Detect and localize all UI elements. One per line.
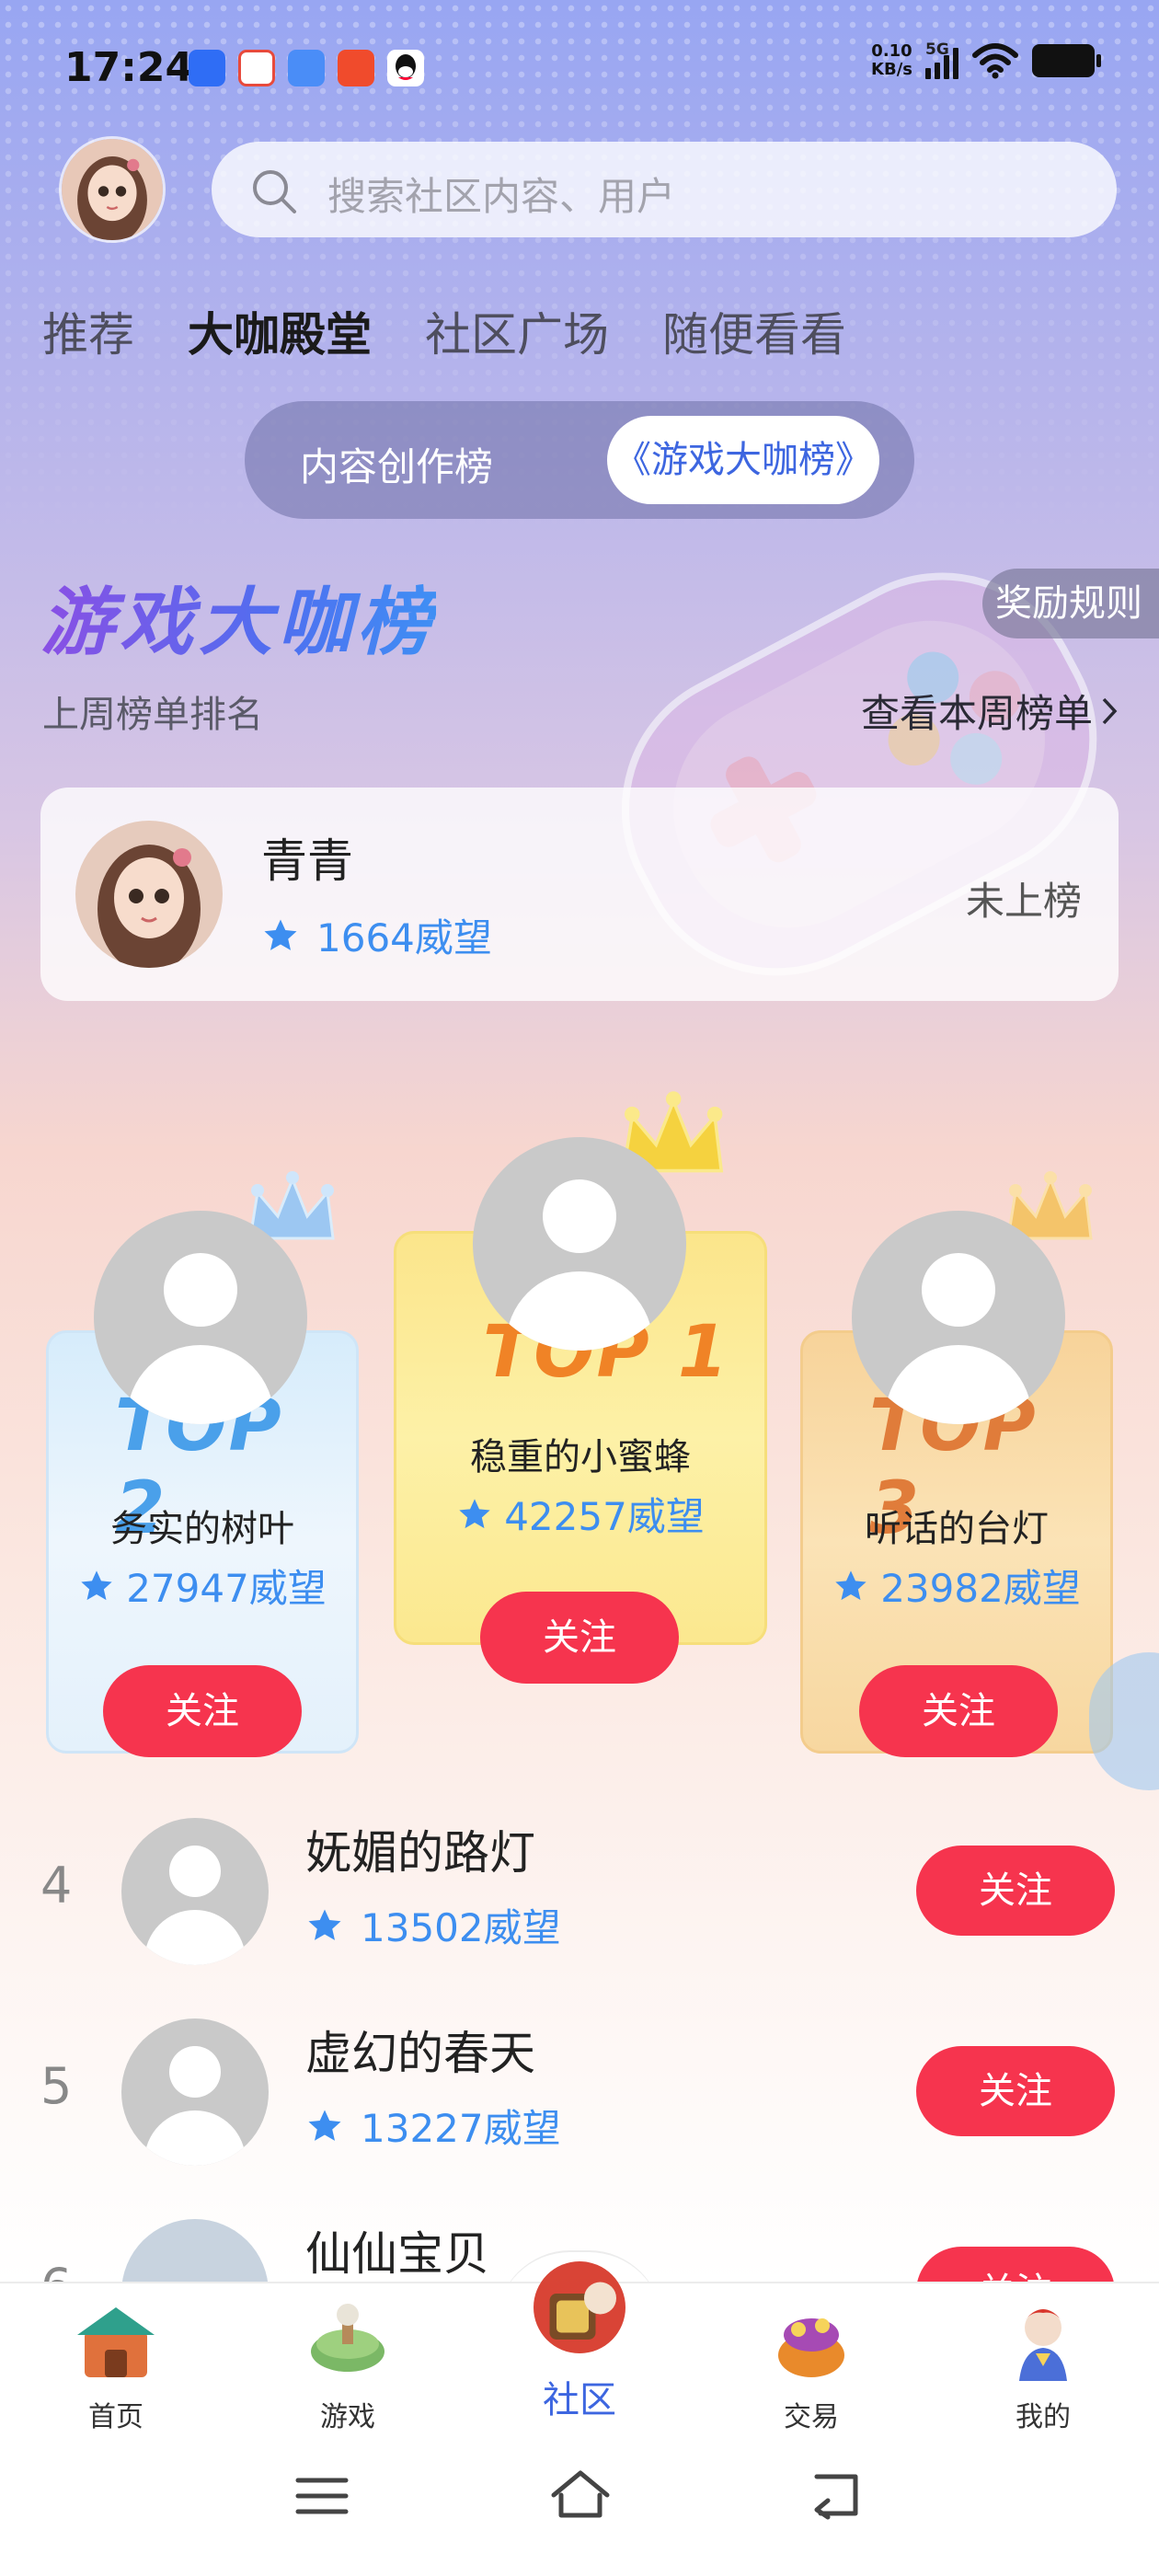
network-type: 5G — [925, 40, 949, 59]
star-icon — [835, 1570, 866, 1600]
my-score-value: 1664威望 — [316, 915, 492, 960]
taobao-app-icon — [338, 50, 374, 86]
top2-follow-button[interactable]: 关注 — [103, 1665, 302, 1757]
tab-hall-of-fame[interactable]: 大咖殿堂 — [188, 298, 372, 364]
top3-score: 23982威望 — [803, 1558, 1110, 1614]
notification-icons — [189, 50, 424, 86]
top1-name: 稳重的小蜜蜂 — [470, 1436, 691, 1478]
top1-follow-button[interactable]: 关注 — [480, 1592, 679, 1684]
top3-follow-button[interactable]: 关注 — [859, 1665, 1058, 1757]
follow-button[interactable]: 关注 — [916, 1846, 1115, 1936]
star-icon — [459, 1498, 490, 1528]
nav-community-label: 社区 — [543, 2379, 616, 2421]
nav-profile-label: 我的 — [1016, 2401, 1071, 2433]
speed-unit: KB/s — [871, 60, 912, 79]
status-bar: 17:24 0.10 KB/s 5G — [0, 37, 1159, 107]
home-icon — [77, 2307, 155, 2377]
baidu-app-icon — [189, 50, 225, 86]
user-score: 13227威望 — [305, 2098, 561, 2154]
view-this-week-link[interactable]: 查看本周榜单 — [861, 683, 1119, 739]
top-tabs: 推荐 大咖殿堂 社区广场 随便看看 — [42, 298, 846, 364]
top2-score-value: 27947威望 — [126, 1566, 327, 1611]
status-time: 17:24 — [64, 44, 194, 91]
battery-icon — [1032, 44, 1101, 77]
nav-community[interactable]: 社区 — [506, 2252, 653, 2423]
tab-browse[interactable]: 随便看看 — [662, 298, 846, 364]
nav-trade[interactable]: 交易 — [738, 2298, 885, 2434]
nav-game[interactable]: 游戏 — [274, 2298, 421, 2434]
tab-recommend[interactable]: 推荐 — [42, 298, 134, 364]
qq-app-icon — [387, 50, 424, 86]
reward-rules-button[interactable]: 奖励规则 — [982, 569, 1159, 638]
search-placeholder: 搜索社区内容、用户 — [327, 174, 676, 219]
top3-name: 听话的台灯 — [865, 1508, 1049, 1550]
ranking-type-switch: 内容创作榜 《游戏大咖榜》 — [245, 401, 914, 519]
menu-icon[interactable] — [294, 2473, 350, 2519]
ranking-title: 游戏大咖榜 — [40, 563, 436, 670]
back-icon[interactable] — [809, 2469, 865, 2521]
user-score-value: 13502威望 — [361, 1905, 561, 1950]
top2-name: 务实的树叶 — [110, 1508, 294, 1550]
top2-score: 27947威望 — [49, 1558, 356, 1614]
follow-button[interactable]: 关注 — [916, 2046, 1115, 2136]
tab-community-square[interactable]: 社区广场 — [425, 298, 609, 364]
top3-score-value: 23982威望 — [880, 1566, 1081, 1611]
segment-content-creator[interactable]: 内容创作榜 — [300, 436, 493, 492]
wifi-icon — [972, 43, 1018, 79]
my-name: 青青 — [261, 834, 353, 888]
profile-icon — [1019, 2309, 1067, 2381]
top3-avatar[interactable] — [852, 1211, 1065, 1424]
view-this-week-label: 查看本周榜单 — [860, 691, 1093, 736]
list-item: 4 妩媚的路灯 13502威望 关注 — [0, 1800, 1159, 1984]
rank-number: 5 — [40, 2057, 73, 2115]
user-score: 13502威望 — [305, 1897, 561, 1953]
network-speed: 0.10 KB/s — [871, 42, 912, 79]
search-icon — [253, 170, 296, 213]
top1-score: 42257威望 — [396, 1486, 764, 1542]
star-icon — [81, 1570, 112, 1600]
star-icon — [308, 1909, 341, 1940]
segment-game-expert[interactable]: 《游戏大咖榜》 — [607, 416, 879, 504]
my-rank-card: 青青 1664威望 未上榜 — [40, 788, 1119, 1001]
home-nav-icon[interactable] — [548, 2467, 613, 2523]
my-score: 1664威望 — [261, 907, 492, 963]
speed-value: 0.10 — [871, 41, 912, 61]
bottom-nav: 首页 游戏 社区 交易 我的 — [0, 2261, 1159, 2438]
map-app-icon — [238, 50, 275, 86]
top1-score-value: 42257威望 — [504, 1494, 705, 1539]
nav-game-label: 游戏 — [320, 2401, 375, 2433]
chevron-right-icon — [1102, 697, 1118, 724]
system-nav-bar — [0, 2438, 1159, 2576]
star-icon — [308, 2110, 341, 2141]
nav-trade-label: 交易 — [784, 2401, 839, 2433]
trade-icon — [778, 2318, 844, 2377]
nav-home-label: 首页 — [88, 2401, 143, 2433]
community-icon — [534, 2261, 625, 2353]
status-indicators: 0.10 KB/s 5G — [871, 40, 1101, 79]
nav-home[interactable]: 首页 — [42, 2298, 189, 2434]
my-avatar[interactable] — [75, 821, 223, 968]
rank-number: 4 — [40, 1857, 73, 1915]
user-name: 妩媚的路灯 — [305, 1826, 535, 1880]
signal-icon: 5G — [925, 40, 958, 79]
game-icon — [311, 2304, 384, 2372]
search-bar[interactable]: 搜索社区内容、用户 — [212, 142, 1117, 237]
avatar[interactable] — [121, 2018, 269, 2166]
gamepad-decoration-icon — [621, 572, 1097, 976]
last-week-label: 上周榜单排名 — [42, 694, 263, 736]
star-icon — [264, 919, 297, 950]
top2-avatar[interactable] — [94, 1211, 307, 1424]
user-name: 虚幻的春天 — [305, 2027, 535, 2080]
top1-avatar[interactable] — [473, 1137, 686, 1351]
browser-app-icon — [288, 50, 325, 86]
user-score-value: 13227威望 — [361, 2106, 561, 2151]
avatar[interactable] — [121, 1818, 269, 1965]
user-avatar[interactable] — [59, 136, 166, 243]
list-item: 5 虚幻的春天 13227威望 关注 — [0, 2000, 1159, 2184]
nav-profile[interactable]: 我的 — [970, 2298, 1117, 2434]
my-rank-status: 未上榜 — [965, 879, 1082, 924]
user-name: 仙仙宝贝 — [305, 2227, 489, 2281]
